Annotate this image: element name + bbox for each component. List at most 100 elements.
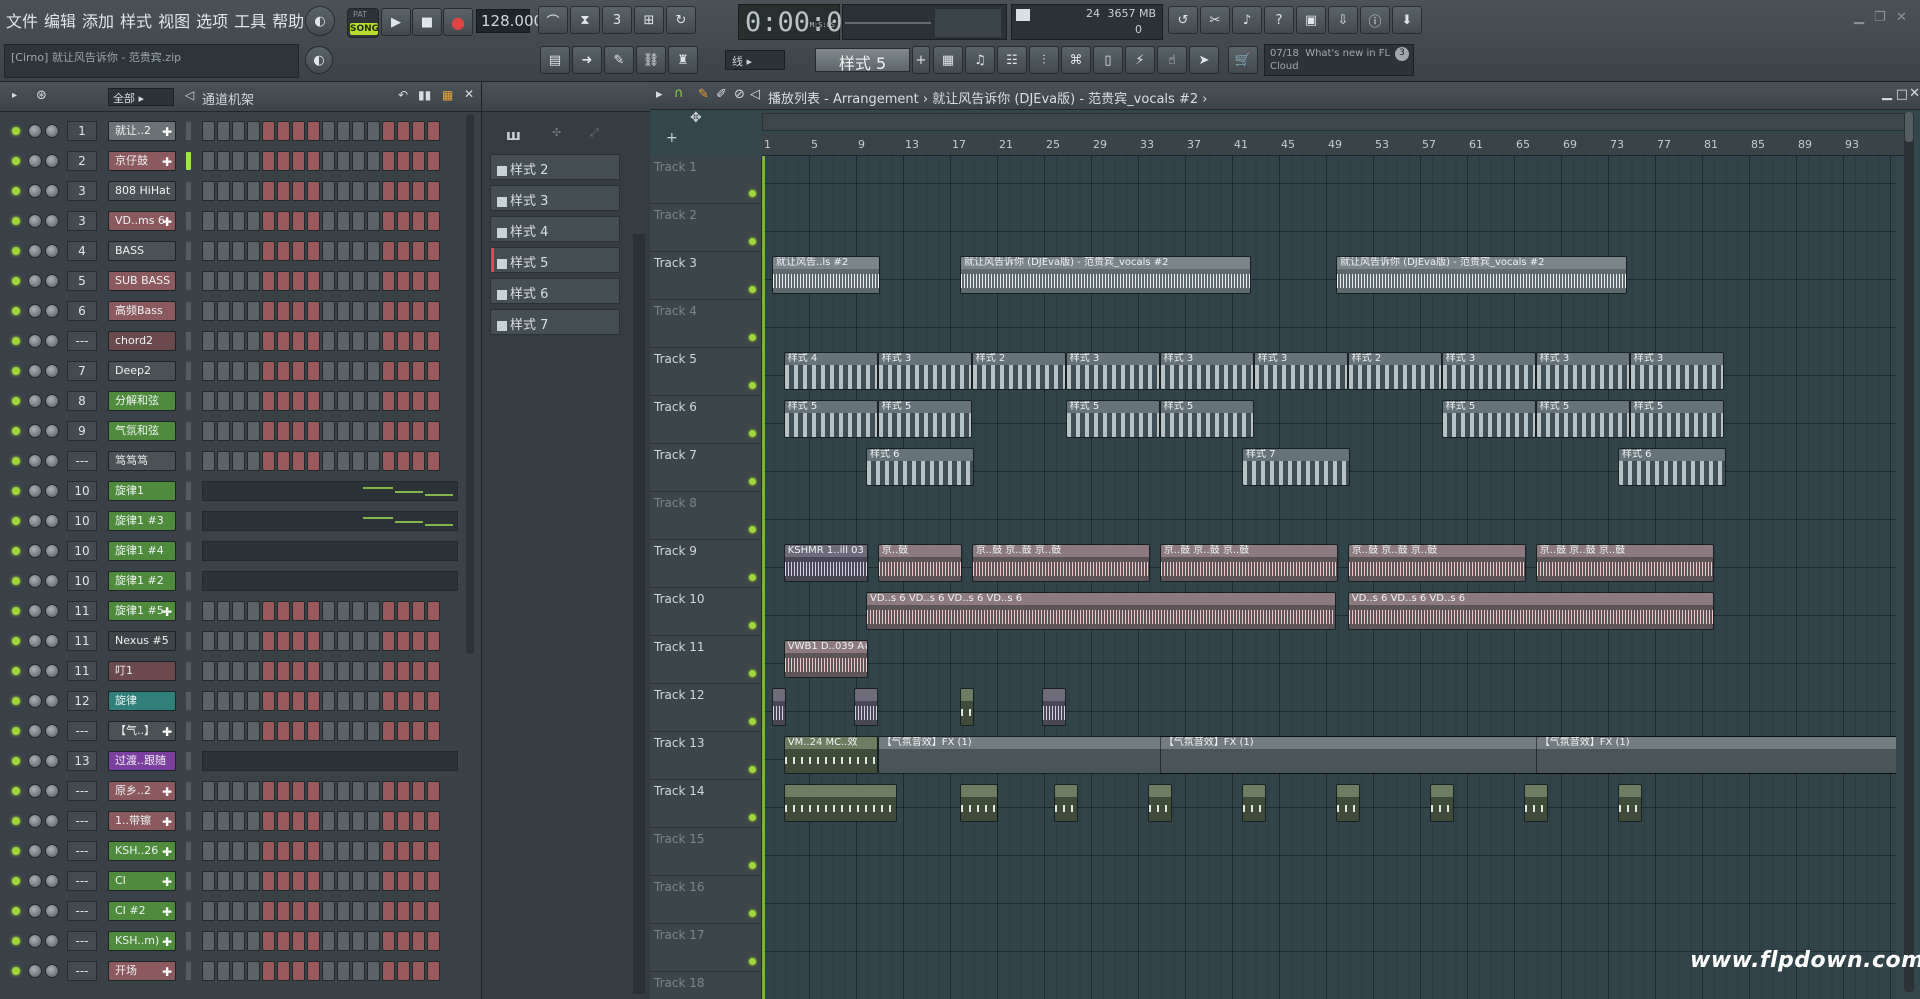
step-button[interactable] — [247, 691, 260, 711]
step-button[interactable] — [397, 451, 410, 471]
step-button[interactable] — [292, 661, 305, 681]
channel-pan-knob[interactable] — [28, 604, 42, 618]
channel-select[interactable] — [186, 122, 191, 140]
step-button[interactable] — [202, 601, 215, 621]
channel-filter[interactable]: 全部 ▸ — [108, 88, 174, 106]
step-button[interactable] — [307, 181, 320, 201]
channel-mute-led[interactable] — [12, 187, 20, 195]
step-button[interactable] — [262, 421, 275, 441]
playlist-clip[interactable]: 样式 2 — [971, 352, 1066, 390]
step-button[interactable] — [337, 361, 350, 381]
channel-pan-knob[interactable] — [28, 754, 42, 768]
step-button[interactable] — [202, 811, 215, 831]
step-button[interactable] — [232, 721, 245, 741]
step-button[interactable] — [217, 301, 230, 321]
channel-pan-knob[interactable] — [28, 724, 42, 738]
step-button[interactable] — [277, 121, 290, 141]
step-button[interactable] — [202, 961, 215, 981]
step-button[interactable] — [367, 331, 380, 351]
step-button[interactable] — [247, 811, 260, 831]
step-button[interactable] — [322, 931, 335, 951]
channel-mute-led[interactable] — [12, 487, 20, 495]
step-button[interactable] — [397, 421, 410, 441]
step-button[interactable] — [202, 391, 215, 411]
step-button[interactable] — [382, 211, 395, 231]
play-button[interactable]: ▶ — [381, 8, 411, 36]
playlist-clip[interactable] — [1242, 784, 1266, 822]
metronome-button[interactable]: ⌒ — [538, 6, 568, 34]
channel-volume-knob[interactable] — [45, 514, 59, 528]
pattern-item[interactable]: 样式 7 — [490, 309, 620, 335]
step-button[interactable] — [427, 271, 440, 291]
channel-mixer-track[interactable]: --- — [67, 811, 97, 831]
slide-icon[interactable]: ⤢ — [590, 126, 599, 140]
step-button[interactable] — [322, 601, 335, 621]
channel-select[interactable] — [186, 572, 191, 590]
playhead[interactable] — [762, 156, 765, 999]
keyboard-icon[interactable]: ш — [506, 128, 521, 144]
step-button[interactable] — [262, 631, 275, 651]
step-button[interactable] — [232, 781, 245, 801]
step-button[interactable] — [397, 661, 410, 681]
scrollbar-thumb[interactable] — [1905, 112, 1913, 142]
channel-mixer-track[interactable]: 8 — [67, 391, 97, 411]
channel-mixer-track[interactable]: 10 — [67, 511, 97, 531]
step-button[interactable] — [412, 931, 425, 951]
channel-row[interactable]: 5 SUB BASS — [0, 268, 470, 294]
channel-mute-led[interactable] — [12, 397, 20, 405]
track-header[interactable]: Track 8 — [650, 492, 762, 540]
channel-mute-led[interactable] — [12, 817, 20, 825]
step-button[interactable] — [337, 781, 350, 801]
step-button[interactable] — [262, 871, 275, 891]
step-button[interactable] — [427, 121, 440, 141]
channel-mixer-track[interactable]: --- — [67, 451, 97, 471]
channel-mixer-track[interactable]: 11 — [67, 601, 97, 621]
step-button[interactable] — [232, 961, 245, 981]
touch-button[interactable]: ☝ — [1157, 46, 1187, 74]
step-button[interactable] — [232, 361, 245, 381]
step-button[interactable] — [247, 841, 260, 861]
step-button[interactable] — [262, 691, 275, 711]
channel-row[interactable]: 2 京仔鼓 ✚ — [0, 148, 470, 174]
step-button[interactable] — [232, 601, 245, 621]
playlist-clip[interactable]: 样式 3 — [1441, 352, 1536, 390]
pattern-selector[interactable]: 样式 5 — [815, 48, 910, 73]
channel-pan-knob[interactable] — [28, 364, 42, 378]
step-button[interactable] — [397, 691, 410, 711]
step-button[interactable] — [217, 121, 230, 141]
playlist-clip[interactable]: 样式 3 — [1629, 352, 1724, 390]
step-button[interactable] — [322, 211, 335, 231]
channel-select[interactable] — [186, 152, 191, 170]
step-button[interactable] — [412, 421, 425, 441]
step-button[interactable] — [397, 631, 410, 651]
pattern-item[interactable]: 样式 4 — [490, 216, 620, 242]
step-button[interactable] — [322, 241, 335, 261]
stamp-button[interactable]: ♜ — [668, 46, 698, 74]
channel-pan-knob[interactable] — [28, 184, 42, 198]
step-button[interactable] — [367, 121, 380, 141]
channel-mixer-track[interactable]: 11 — [67, 661, 97, 681]
channel-name-button[interactable]: 过渡..跟随 — [108, 751, 176, 771]
channel-row[interactable]: 7 Deep2 — [0, 358, 470, 384]
step-button[interactable] — [367, 181, 380, 201]
step-button[interactable] — [292, 721, 305, 741]
maximize-icon[interactable]: □ — [1896, 87, 1908, 102]
playlist-clip[interactable]: 样式 5 — [1065, 400, 1160, 438]
tuner-button[interactable]: ➤ — [1189, 46, 1219, 74]
step-button[interactable] — [307, 841, 320, 861]
step-button[interactable] — [232, 901, 245, 921]
menu-options[interactable]: 选项 — [196, 8, 228, 32]
step-button[interactable] — [337, 421, 350, 441]
step-button[interactable] — [367, 421, 380, 441]
step-button[interactable] — [412, 241, 425, 261]
channel-select[interactable] — [186, 332, 191, 350]
channel-mixer-track[interactable]: 5 — [67, 271, 97, 291]
step-button[interactable] — [397, 811, 410, 831]
step-button[interactable] — [412, 721, 425, 741]
channel-name-button[interactable]: 旋律1 #2 — [108, 571, 176, 591]
channel-volume-knob[interactable] — [45, 844, 59, 858]
step-button[interactable] — [232, 331, 245, 351]
step-button[interactable] — [427, 421, 440, 441]
track-mute-led[interactable] — [749, 478, 756, 485]
channel-select[interactable] — [186, 842, 191, 860]
